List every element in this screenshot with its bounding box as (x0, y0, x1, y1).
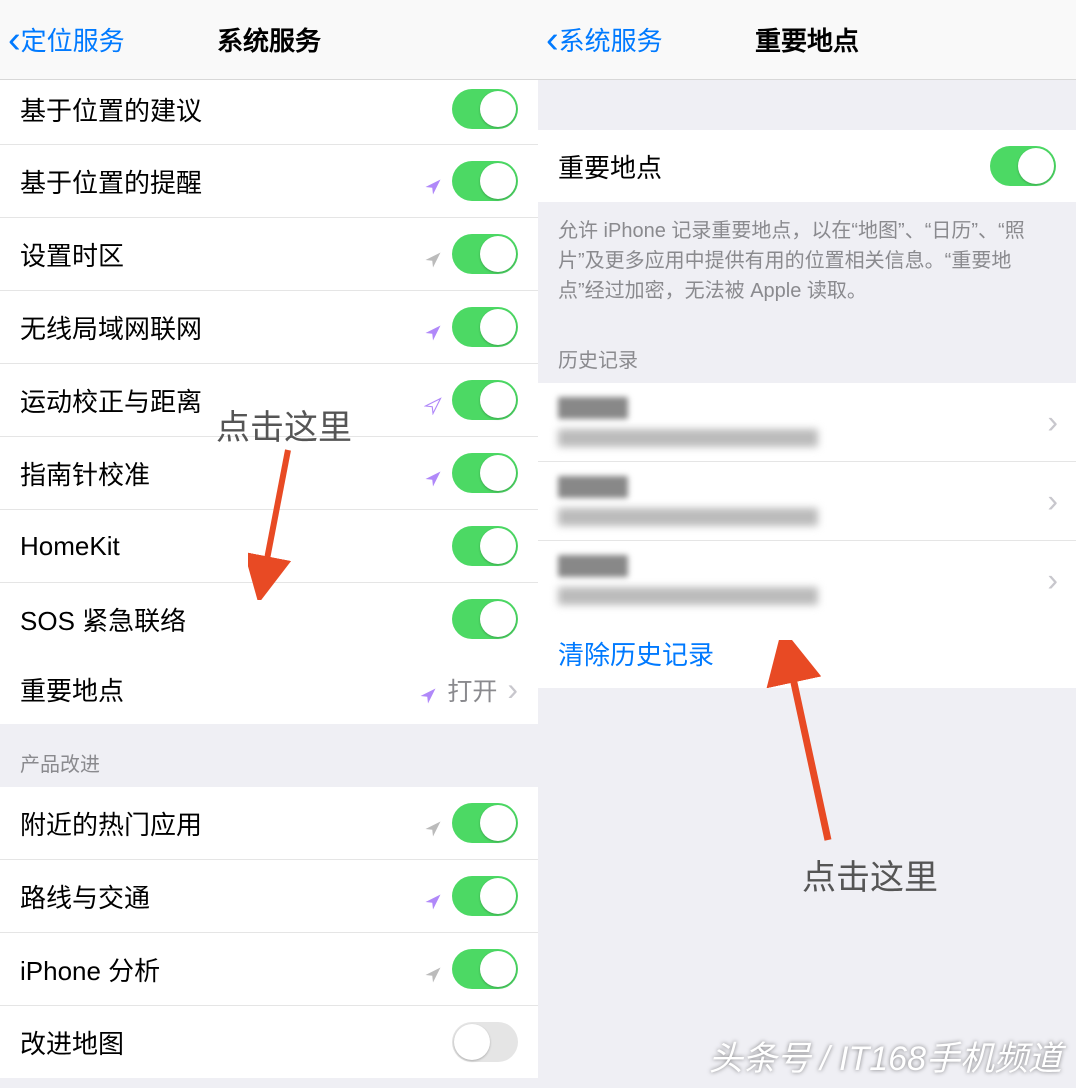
navbar: ‹ 定位服务 系统服务 (0, 0, 538, 80)
row-label: 重要地点 (558, 148, 662, 185)
history-title-redacted (558, 397, 628, 419)
row-label: 运动校正与距离 (20, 382, 202, 419)
toggle-switch[interactable] (452, 803, 518, 843)
settings-row[interactable]: HomeKit (0, 510, 538, 583)
row-value: 打开 (447, 672, 497, 708)
history-item[interactable]: › (538, 462, 1076, 541)
toggle-switch[interactable] (452, 161, 518, 201)
toggle-switch[interactable] (452, 949, 518, 989)
toggle-switch[interactable] (452, 1022, 518, 1062)
row-label: 基于位置的建议 (20, 91, 202, 128)
row-label: HomeKit (20, 531, 120, 562)
history-subtitle-redacted (558, 429, 818, 447)
history-item[interactable]: › (538, 383, 1076, 462)
toggle-switch[interactable] (990, 146, 1056, 186)
toggle-switch[interactable] (452, 599, 518, 639)
toggle-switch[interactable] (452, 380, 518, 420)
toggle-section: 重要地点 (538, 130, 1076, 202)
location-arrow-icon (424, 464, 442, 482)
history-subtitle-redacted (558, 587, 818, 605)
navbar: ‹ 系统服务 重要地点 (538, 0, 1076, 80)
significant-locations-toggle-row[interactable]: 重要地点 (538, 130, 1076, 202)
back-label: 系统服务 (559, 21, 663, 58)
location-arrow-icon (419, 681, 437, 699)
settings-list-b: 附近的热门应用 路线与交通 iPhone 分析 改进地图 (0, 787, 538, 1078)
annotation-text: 点击这里 (802, 850, 938, 899)
toggle-switch[interactable] (452, 234, 518, 274)
location-arrow-icon (424, 172, 442, 190)
back-label: 定位服务 (21, 21, 125, 58)
significant-locations-row-wrap: 重要地点 打开 › (0, 655, 538, 724)
chevron-right-icon: › (1047, 404, 1058, 441)
row-label: 设置时区 (20, 236, 124, 273)
settings-row[interactable]: SOS 紧急联络 (0, 583, 538, 655)
significant-locations-row[interactable]: 重要地点 打开 › (0, 655, 538, 724)
settings-row[interactable]: 路线与交通 (0, 860, 538, 933)
back-button[interactable]: ‹ 定位服务 (0, 21, 125, 59)
clear-section: 清除历史记录 (538, 619, 1076, 688)
settings-row[interactable]: 运动校正与距离 (0, 364, 538, 437)
settings-row[interactable]: 改进地图 (0, 1006, 538, 1078)
row-label: 基于位置的提醒 (20, 163, 202, 200)
row-label: 指南针校准 (20, 455, 150, 492)
clear-history-button[interactable]: 清除历史记录 (538, 619, 1076, 688)
settings-row[interactable]: iPhone 分析 (0, 933, 538, 1006)
left-screenshot: ‹ 定位服务 系统服务 基于位置的建议 基于位置的提醒 设置时区 无线局域网联网… (0, 0, 538, 1088)
history-header: 历史记录 (538, 320, 1076, 383)
row-label: 路线与交通 (20, 878, 150, 915)
row-label: 无线局域网联网 (20, 309, 202, 346)
settings-row[interactable]: 设置时区 (0, 218, 538, 291)
row-label: 附近的热门应用 (20, 805, 202, 842)
settings-row[interactable]: 基于位置的建议 (0, 80, 538, 145)
section-header: 产品改进 (0, 724, 538, 787)
history-list: › › › (538, 383, 1076, 619)
settings-row[interactable]: 无线局域网联网 (0, 291, 538, 364)
watermark: 头条号 / IT168手机频道 (709, 1031, 1062, 1080)
chevron-right-icon: › (1047, 562, 1058, 599)
chevron-left-icon: ‹ (546, 21, 559, 59)
location-arrow-icon (424, 391, 442, 409)
history-title-redacted (558, 555, 628, 577)
toggle-switch[interactable] (452, 526, 518, 566)
history-item[interactable]: › (538, 541, 1076, 619)
right-screenshot: ‹ 系统服务 重要地点 重要地点 允许 iPhone 记录重要地点，以在“地图”… (538, 0, 1076, 1088)
location-arrow-icon (424, 245, 442, 263)
location-arrow-icon (424, 814, 442, 832)
toggle-switch[interactable] (452, 307, 518, 347)
history-subtitle-redacted (558, 508, 818, 526)
toggle-switch[interactable] (452, 876, 518, 916)
row-label: 重要地点 (20, 671, 124, 708)
back-button[interactable]: ‹ 系统服务 (538, 21, 663, 59)
footer-note: 允许 Apple 使用您常去地点的信息来改进“地图”。 关于改进地图与隐私... (0, 1078, 538, 1088)
location-arrow-icon (424, 887, 442, 905)
settings-row[interactable]: 附近的热门应用 (0, 787, 538, 860)
row-label: SOS 紧急联络 (20, 601, 186, 638)
row-label: iPhone 分析 (20, 951, 160, 988)
chevron-right-icon: › (507, 671, 518, 708)
row-label: 改进地图 (20, 1024, 124, 1061)
settings-row[interactable]: 指南针校准 (0, 437, 538, 510)
location-arrow-icon (424, 318, 442, 336)
settings-list-a: 基于位置的建议 基于位置的提醒 设置时区 无线局域网联网 运动校正与距离 指南针… (0, 80, 538, 655)
toggle-switch[interactable] (452, 89, 518, 129)
toggle-switch[interactable] (452, 453, 518, 493)
chevron-right-icon: › (1047, 483, 1058, 520)
location-arrow-icon (424, 960, 442, 978)
toggle-description: 允许 iPhone 记录重要地点，以在“地图”、“日历”、“照片”及更多应用中提… (538, 202, 1076, 320)
chevron-left-icon: ‹ (8, 21, 21, 59)
history-title-redacted (558, 476, 628, 498)
settings-row[interactable]: 基于位置的提醒 (0, 145, 538, 218)
